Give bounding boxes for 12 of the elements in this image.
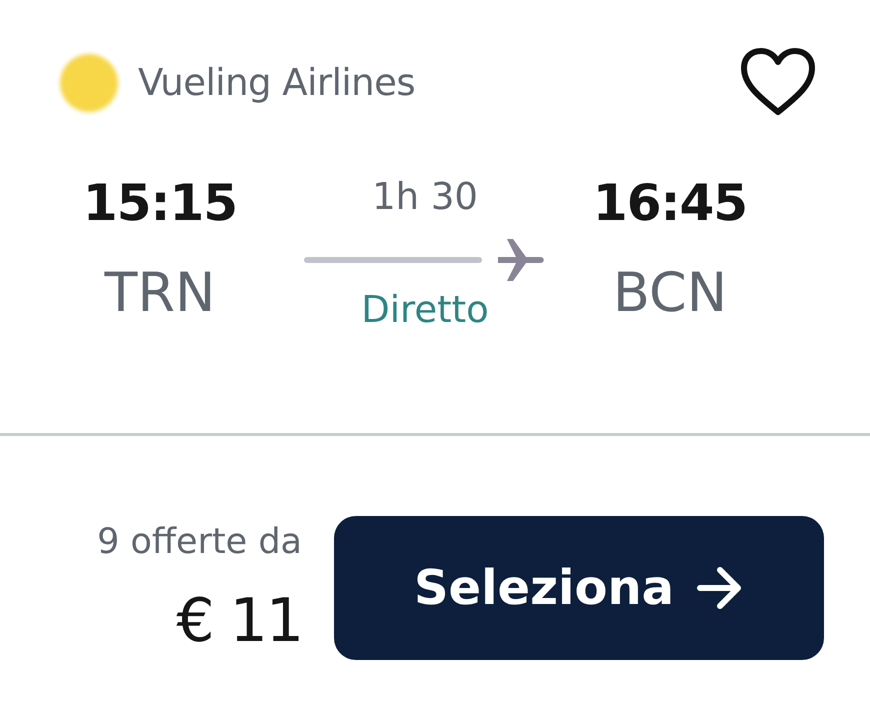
arrival-airport: BCN <box>612 266 728 320</box>
arrival-time: 16:45 <box>592 178 748 228</box>
select-button[interactable]: Seleziona <box>334 516 824 660</box>
stops-label: Diretto <box>361 291 489 328</box>
offers-count: 9 offerte da <box>97 521 302 564</box>
airline-logo <box>60 54 118 112</box>
departure-time: 15:15 <box>82 178 238 228</box>
airline-name: Vueling Airlines <box>138 60 416 106</box>
price: € 11 <box>176 590 302 650</box>
departure-airport: TRN <box>103 266 216 320</box>
airplane-icon <box>496 237 546 283</box>
flight-duration: 1h 30 <box>372 178 478 215</box>
